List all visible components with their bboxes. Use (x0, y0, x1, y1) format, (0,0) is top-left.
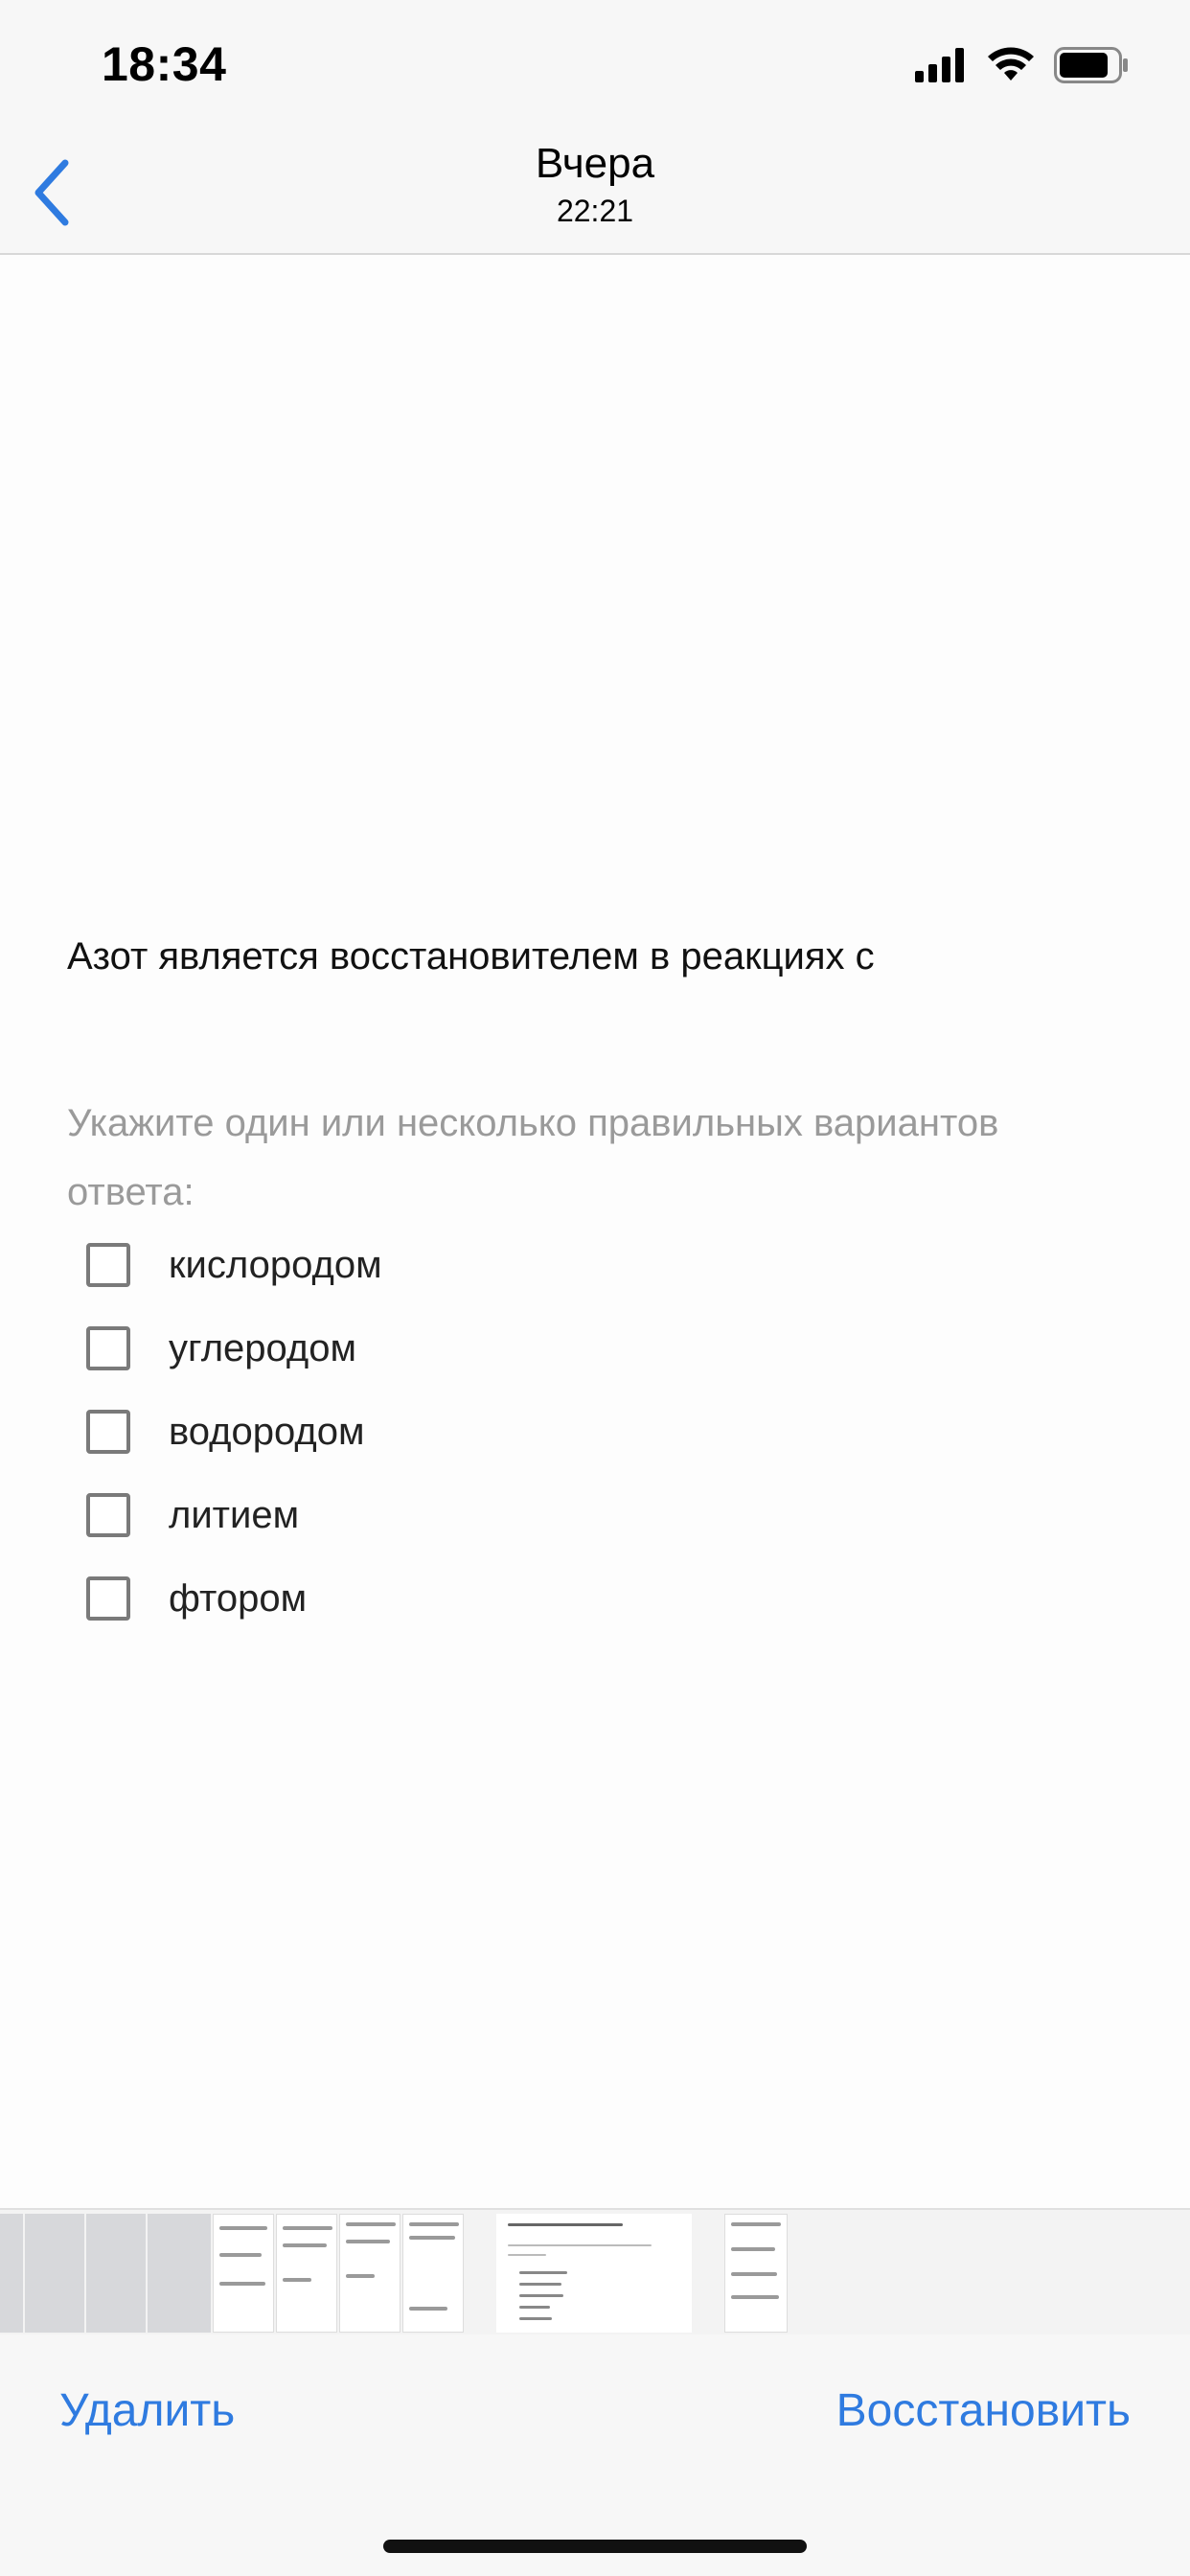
option-label: фтором (169, 1576, 308, 1620)
thumbnail[interactable] (402, 2214, 464, 2333)
question-text: Азот является восстановителем в реакциях… (67, 935, 875, 978)
photo-view: Азот является восстановителем в реакциях… (0, 255, 1190, 2208)
restore-button[interactable]: Восстановить (836, 2384, 1131, 2437)
thumbnail[interactable] (276, 2214, 337, 2333)
cellular-signal-icon (915, 48, 964, 82)
hint-text: Укажите один или несколько правильных ва… (67, 1102, 999, 1213)
option-row: фтором (86, 1570, 307, 1627)
checkbox (86, 1326, 130, 1370)
checkbox (86, 1243, 130, 1287)
option-label: углеродом (169, 1326, 356, 1369)
thumbnail[interactable] (148, 2214, 211, 2333)
checkbox (86, 1410, 130, 1454)
navigation-bar: Вчера 22:21 (0, 134, 1190, 255)
option-label: водородом (169, 1410, 365, 1453)
home-indicator[interactable] (383, 2540, 807, 2553)
thumbnail-strip[interactable] (0, 2208, 1190, 2336)
option-row: водородом (86, 1403, 364, 1460)
checkbox (86, 1576, 130, 1621)
thumbnail-current[interactable] (496, 2214, 692, 2333)
nav-subtitle: 22:21 (556, 194, 634, 228)
thumbnail[interactable] (724, 2214, 788, 2333)
battery-icon (1054, 47, 1128, 83)
option-label: литием (169, 1493, 300, 1536)
thumbnail[interactable] (339, 2214, 400, 2333)
option-row: кислородом (86, 1236, 382, 1294)
option-row: углеродом (86, 1320, 356, 1377)
checkbox (86, 1493, 130, 1537)
option-row: литием (86, 1486, 299, 1544)
status-bar: 18:34 (0, 0, 1190, 134)
wifi-icon (988, 47, 1034, 80)
delete-button[interactable]: Удалить (59, 2384, 235, 2437)
status-time: 18:34 (102, 37, 227, 91)
thumbnail[interactable] (25, 2214, 84, 2333)
nav-title: Вчера (535, 140, 655, 187)
thumbnail[interactable] (0, 2214, 23, 2333)
thumbnail[interactable] (213, 2214, 274, 2333)
option-label: кислородом (169, 1243, 382, 1286)
thumbnail[interactable] (86, 2214, 146, 2333)
